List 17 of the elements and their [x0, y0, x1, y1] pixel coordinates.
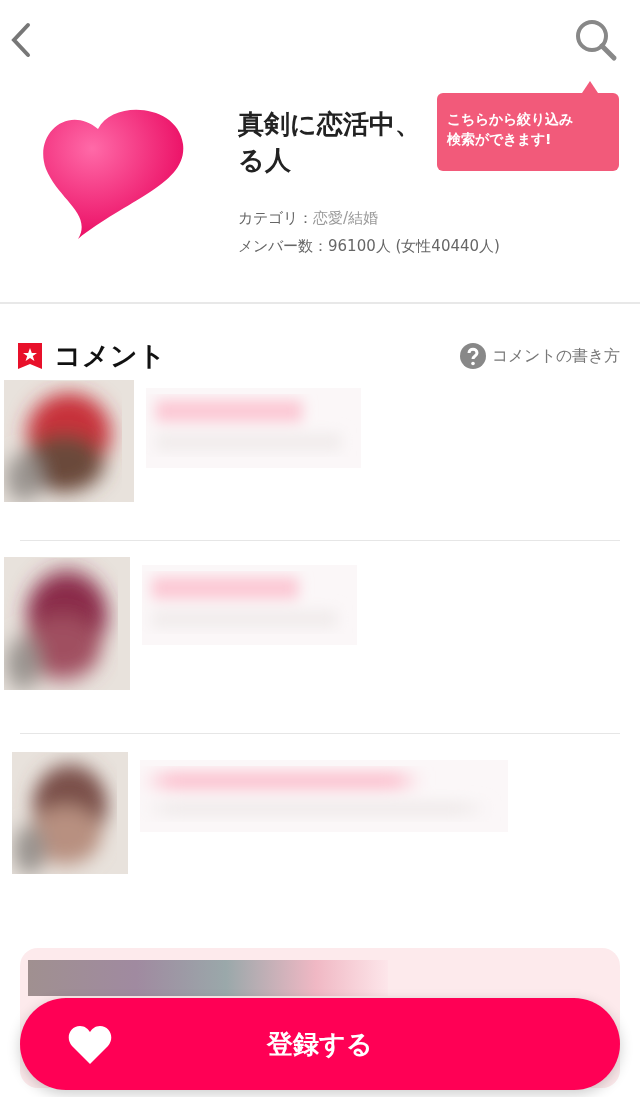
heart-icon — [68, 1026, 112, 1064]
bookmark-star-icon — [18, 343, 42, 369]
search-icon[interactable] — [574, 18, 618, 62]
back-icon[interactable] — [10, 22, 32, 58]
question-icon — [460, 343, 486, 369]
category-label: カテゴリ： — [238, 209, 313, 227]
help-link[interactable]: コメントの書き方 — [460, 343, 620, 369]
category-value: 恋愛/結婚 — [313, 209, 379, 227]
tooltip-text: 検索ができます! — [447, 130, 552, 149]
help-link-text[interactable]: コメントの書き方 — [492, 345, 620, 367]
members-label: メンバー数： — [238, 237, 328, 255]
tooltip-text: こちらから絞り込み — [447, 110, 573, 129]
group-title: 真剣に恋活中、 — [238, 108, 421, 141]
group-title: る人 — [238, 144, 291, 177]
section-title: コメント — [54, 339, 167, 373]
register-button[interactable]: 登録する — [20, 998, 620, 1090]
members-value: 96100人 (女性40440人) — [328, 237, 500, 255]
